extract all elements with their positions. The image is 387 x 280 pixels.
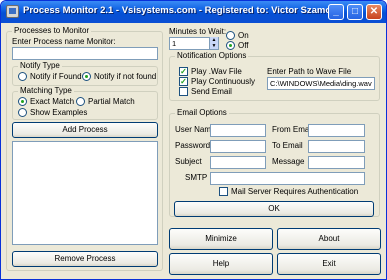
processes-legend: Processes to Monitor [12, 26, 92, 35]
add-process-button[interactable]: Add Process [12, 122, 158, 138]
app-icon [6, 5, 19, 18]
exact-match-label: Exact Match [30, 97, 75, 106]
minutes-to-wait-label: Minutes to Wait: [169, 27, 227, 36]
subject-label: Subject [175, 157, 202, 166]
subject-input[interactable] [210, 156, 266, 169]
notify-if-found-label: Notify if Found [30, 72, 82, 81]
minutes-spinner[interactable]: ▲ ▼ [209, 37, 218, 50]
process-name-input[interactable] [12, 47, 158, 60]
process-list[interactable] [12, 141, 158, 245]
matching-type-legend: Matching Type [18, 86, 74, 95]
window-title: Process Monitor 2.1 - Vsisystems.com - R… [23, 5, 343, 16]
to-email-input[interactable] [308, 140, 365, 153]
remove-process-button[interactable]: Remove Process [12, 251, 158, 267]
email-options-legend: Email Options [175, 108, 229, 117]
send-email-label: Send Email [191, 87, 232, 96]
partial-match-label: Partial Match [88, 97, 135, 106]
user-name-input[interactable] [210, 124, 266, 137]
play-continuously-label: Play Continuously [191, 77, 256, 86]
minimize-button[interactable]: Minimize [169, 228, 273, 250]
password-input[interactable] [210, 140, 266, 153]
minimize-window-button[interactable]: _ [328, 4, 344, 20]
from-email-label: From Email [272, 125, 313, 134]
wait-off-label: Off [238, 41, 249, 50]
email-ok-button[interactable]: OK [174, 201, 374, 217]
smtp-label: SMTP [185, 173, 208, 182]
wait-on-label: On [238, 31, 249, 40]
exit-button[interactable]: Exit [277, 253, 381, 275]
mail-auth-label: Mail Server Requires Authentication [231, 187, 359, 196]
smtp-input[interactable] [210, 172, 365, 185]
message-input[interactable] [308, 156, 365, 169]
from-email-input[interactable] [308, 124, 365, 137]
send-email-checkbox[interactable] [179, 87, 188, 96]
mail-auth-checkbox[interactable] [219, 187, 228, 196]
to-email-label: To Email [272, 141, 303, 150]
wave-path-label: Enter Path to Wave File [267, 67, 352, 76]
play-wav-label: Play .Wav File [191, 67, 242, 76]
wave-path-input[interactable]: C:\WINDOWS\Media\ding.wav [267, 77, 375, 90]
notify-if-not-found-radio[interactable] [82, 72, 91, 81]
notify-if-found-radio[interactable] [18, 72, 27, 81]
wait-on-radio[interactable] [226, 31, 235, 40]
wait-off-radio[interactable] [226, 41, 235, 50]
about-button[interactable]: About [277, 228, 381, 250]
close-window-button[interactable]: ✕ [366, 4, 382, 20]
help-button[interactable]: Help [169, 253, 273, 275]
message-label: Message [272, 157, 305, 166]
maximize-window-button[interactable]: □ [347, 4, 363, 20]
show-examples-label: Show Examples [30, 108, 88, 117]
show-examples-radio[interactable] [18, 108, 27, 117]
notify-if-not-found-label: Notify if not found [94, 72, 157, 81]
notify-type-legend: Notify Type [18, 61, 62, 70]
process-monitor-window: Process Monitor 2.1 - Vsisystems.com - R… [0, 0, 387, 280]
play-wav-checkbox[interactable]: ✓ [179, 67, 188, 76]
partial-match-radio[interactable] [76, 97, 85, 106]
notification-options-legend: Notification Options [175, 51, 249, 60]
title-bar[interactable]: Process Monitor 2.1 - Vsisystems.com - R… [1, 1, 386, 23]
exact-match-radio[interactable] [18, 97, 27, 106]
process-name-label: Enter Process name Monitor: [12, 37, 116, 46]
spin-down-icon[interactable]: ▼ [210, 43, 218, 49]
play-continuously-checkbox[interactable]: ✓ [179, 77, 188, 86]
password-label: Password [175, 141, 211, 150]
